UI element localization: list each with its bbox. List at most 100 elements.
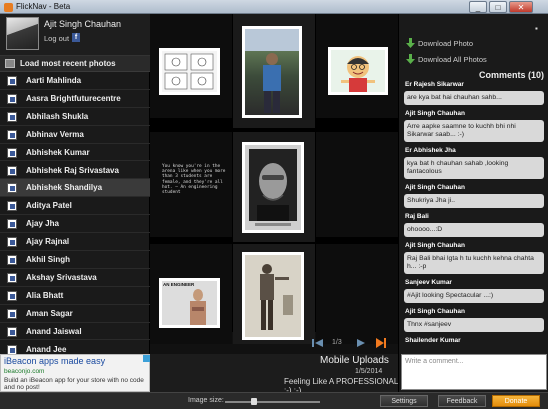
photo-cell[interactable] bbox=[150, 14, 232, 118]
album-caption-bar: Mobile Uploads 1/5/2014 Feeling Like A P… bbox=[150, 354, 398, 395]
friend-list: Aarti Mahlinda Aasra Brightfuturecentre Ab… bbox=[0, 72, 150, 354]
logout-link[interactable]: Log out bbox=[44, 34, 69, 43]
friend-list-item[interactable]: Aarti Mahlinda bbox=[0, 72, 150, 90]
avatar bbox=[6, 17, 39, 50]
friend-photo-icon bbox=[7, 93, 17, 104]
download-all-icon bbox=[406, 54, 415, 64]
friend-name: Anand Jaiswal bbox=[26, 326, 82, 336]
friend-name: Ajay Jha bbox=[26, 219, 59, 229]
next-page-icon[interactable] bbox=[354, 336, 368, 350]
friend-name: Akshay Srivastava bbox=[26, 272, 97, 282]
comment-author[interactable]: Ajit Singh Chauhan bbox=[405, 184, 465, 191]
friend-list-item[interactable]: Ajay Jha bbox=[0, 215, 150, 234]
load-recent-button[interactable]: Load most recent photos bbox=[0, 56, 150, 72]
album-name: Mobile Uploads bbox=[320, 355, 389, 366]
friend-list-item[interactable]: Anand Jaiswal bbox=[0, 323, 150, 341]
facebook-icon: f bbox=[72, 33, 80, 42]
comment-author[interactable]: Ajit Singh Chauhan bbox=[405, 308, 465, 315]
photo-grid: You know you're in the arena like when y… bbox=[150, 14, 398, 344]
settings-button[interactable]: Settings bbox=[380, 395, 428, 407]
friend-list-item[interactable]: Akhil Singh bbox=[0, 251, 150, 269]
friend-photo-icon bbox=[7, 111, 17, 122]
comment-author[interactable]: Shailender Kumar bbox=[405, 337, 461, 344]
minimize-button[interactable]: _ bbox=[469, 1, 487, 13]
friend-list-item[interactable]: Abhishek Shandilya bbox=[0, 179, 150, 198]
ad-url[interactable]: beaconjo.com bbox=[4, 368, 44, 375]
slider-handle[interactable] bbox=[250, 398, 257, 405]
download-photo-button[interactable]: Download Photo bbox=[406, 38, 546, 50]
comment-author[interactable]: Raj Bali bbox=[405, 213, 429, 220]
friend-list-item[interactable]: Ajay Rajnal bbox=[0, 233, 150, 251]
comment-text: Arre aapke saamne to kuchh bhi nhi Sikar… bbox=[404, 120, 544, 142]
photo-cell[interactable] bbox=[233, 14, 315, 128]
photo-thumbnail[interactable] bbox=[242, 26, 302, 118]
download-all-label: Download All Photos bbox=[418, 55, 487, 64]
user-name: Ajit Singh Chauhan bbox=[44, 19, 122, 29]
adchoices-icon[interactable] bbox=[143, 355, 150, 362]
ad-title[interactable]: iBeacon apps made easy bbox=[4, 356, 105, 366]
pager: 1/3 bbox=[310, 334, 398, 354]
prev-page-icon[interactable] bbox=[311, 336, 325, 350]
comment-input[interactable]: Write a comment... bbox=[401, 354, 547, 390]
download-all-button[interactable]: Download All Photos bbox=[406, 54, 546, 66]
friend-list-item[interactable]: Abhishek Kumar bbox=[0, 144, 150, 162]
comment-text: Thnx #sanjeev bbox=[404, 318, 544, 332]
friend-list-item[interactable]: Abhilash Shukla bbox=[0, 108, 150, 126]
comment-item: Shailender Kumar bbox=[401, 337, 547, 347]
photo-thumbnail[interactable] bbox=[242, 142, 304, 233]
feedback-button[interactable]: Feedback bbox=[438, 395, 486, 407]
friend-list-item[interactable]: Alia Bhatt bbox=[0, 287, 150, 305]
photo-thumbnail[interactable] bbox=[159, 48, 220, 95]
friend-list-item[interactable]: Abhinav Verma bbox=[0, 126, 150, 144]
comment-author[interactable]: Er Abhishek Jha bbox=[405, 147, 456, 154]
friend-name: Abhilash Shukla bbox=[26, 111, 89, 121]
last-page-icon[interactable] bbox=[374, 336, 388, 350]
photo-thumbnail[interactable] bbox=[328, 47, 388, 95]
friend-photo-icon bbox=[7, 147, 17, 158]
photo-cell[interactable] bbox=[233, 132, 315, 242]
donate-button[interactable]: Donate bbox=[492, 395, 540, 407]
friend-list-item[interactable]: Aasra Brightfuturecentre bbox=[0, 90, 150, 108]
page-indicator: 1/3 bbox=[332, 339, 342, 346]
panel-menu-icon[interactable]: ▪ bbox=[535, 24, 538, 33]
comment-text: ohoooo...:D bbox=[404, 223, 544, 237]
friend-name: Aditya Patel bbox=[26, 201, 72, 211]
friend-name: Aasra Brightfuturecentre bbox=[26, 93, 121, 103]
friend-name: Ajay Rajnal bbox=[26, 237, 70, 247]
comment-text: kya bat h chauhan sahab ,looking fantaco… bbox=[404, 157, 544, 179]
download-photo-label: Download Photo bbox=[418, 39, 474, 48]
photo-cell[interactable]: AN ENGINEER bbox=[150, 244, 232, 344]
photo-thumbnail[interactable] bbox=[242, 252, 304, 340]
friend-list-item[interactable]: Abhishek Raj Srivastava bbox=[0, 162, 150, 180]
comment-item: Sanjeev Kumar #Ajit looking Spectacular .… bbox=[401, 279, 547, 303]
photo-cell[interactable]: You know you're in the arena like when y… bbox=[150, 132, 232, 237]
comment-author[interactable]: Ajit Singh Chauhan bbox=[405, 242, 465, 249]
comment-author[interactable]: Ajit Singh Chauhan bbox=[405, 110, 465, 117]
photo-cell[interactable] bbox=[233, 244, 315, 344]
comment-item: Ajit Singh Chauhan Raj Bali bhai lgta h t… bbox=[401, 242, 547, 274]
friend-photo-icon bbox=[7, 255, 17, 265]
friend-list-item[interactable]: Anand Jee bbox=[0, 341, 150, 354]
maximize-button[interactable]: □ bbox=[489, 1, 507, 13]
photo-cell[interactable] bbox=[316, 14, 398, 118]
comments-heading: Comments (10) bbox=[479, 70, 545, 80]
friend-name: Abhinav Verma bbox=[26, 129, 84, 139]
photo-thumbnail[interactable]: AN ENGINEER bbox=[159, 278, 220, 328]
comment-author[interactable]: Er Rajesh Sikarwar bbox=[405, 81, 464, 88]
close-button[interactable]: ✕ bbox=[509, 1, 533, 13]
ad-banner[interactable]: iBeacon apps made easy beaconjo.com Buil… bbox=[0, 354, 150, 392]
bottom-toolbar: Image size: Settings Feedback Donate bbox=[0, 392, 548, 409]
photo-text-note: You know you're in the arena like when y… bbox=[162, 164, 226, 196]
comment-text: Shukriya Jha ji.. bbox=[404, 194, 544, 208]
image-size-slider[interactable] bbox=[225, 401, 320, 403]
friend-list-item[interactable]: Aditya Patel bbox=[0, 197, 150, 216]
friend-name: Abhishek Raj Srivastava bbox=[26, 165, 119, 175]
comment-author[interactable]: Sanjeev Kumar bbox=[405, 279, 452, 286]
friend-name: Akhil Singh bbox=[26, 255, 70, 264]
comment-item: Ajit Singh Chauhan Thnx #sanjeev bbox=[401, 308, 547, 332]
friend-list-item[interactable]: Aman Sagar bbox=[0, 305, 150, 323]
photos-icon bbox=[5, 59, 15, 68]
ad-description: Build an iBeacon app for your store with… bbox=[4, 377, 144, 391]
friend-list-item[interactable]: Akshay Srivastava bbox=[0, 269, 150, 287]
friend-photo-icon bbox=[7, 183, 17, 194]
